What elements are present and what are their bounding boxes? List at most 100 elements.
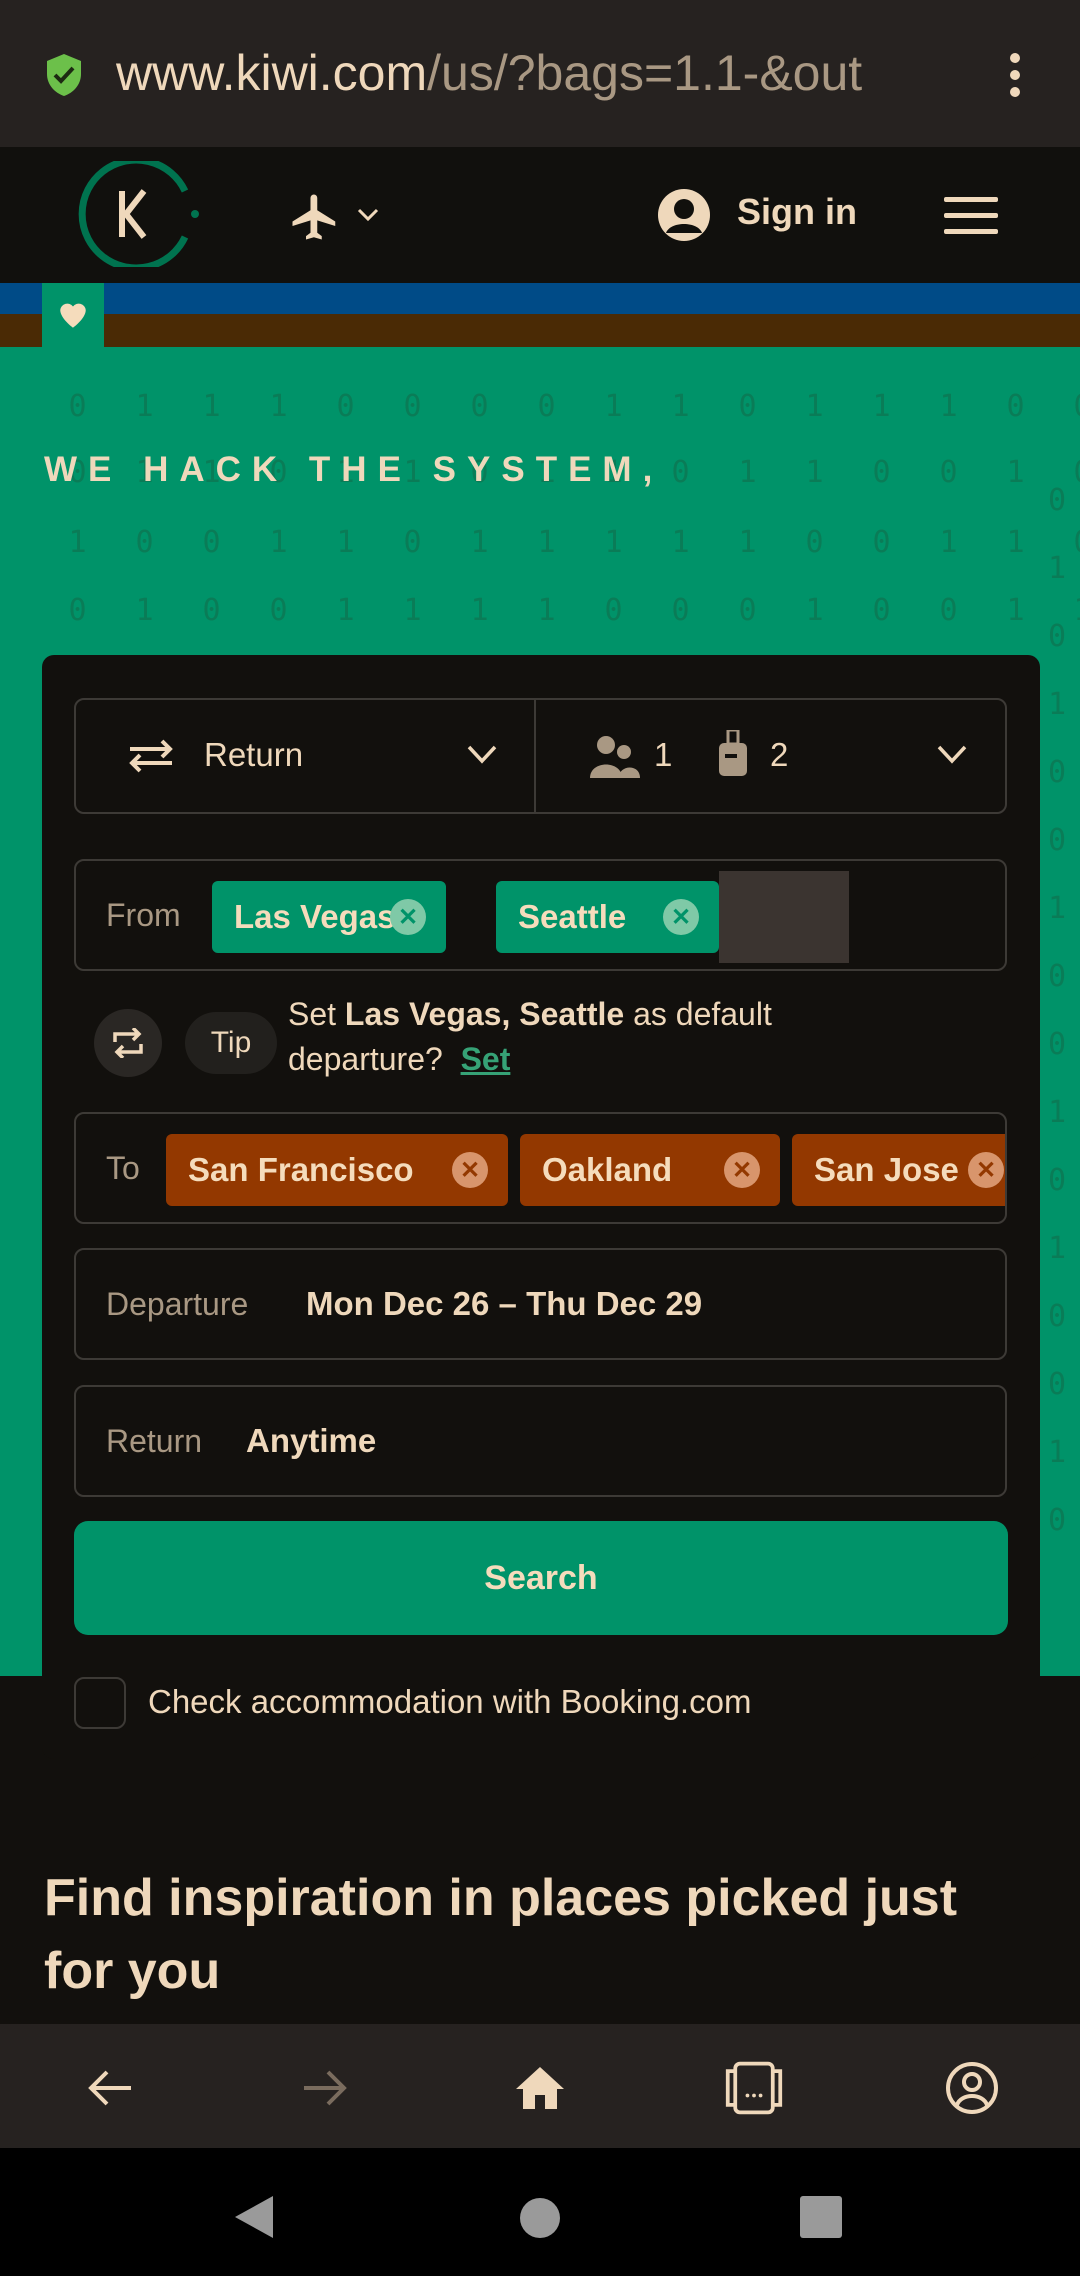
bag-count: 2 (770, 736, 789, 773)
binary-row: 1001101111100110 (44, 525, 1080, 560)
tabs-icon (725, 2061, 783, 2115)
binary-digit: 1 (1047, 1435, 1067, 1470)
binary-digit: 0 (68, 593, 87, 628)
more-options-icon[interactable] (1005, 50, 1025, 100)
binary-digit: 0 (805, 525, 824, 560)
booking-checkbox[interactable] (74, 1677, 126, 1729)
remove-place-icon[interactable]: ✕ (390, 899, 426, 935)
binary-digit: 1 (604, 525, 623, 560)
passengers-icon (590, 736, 640, 778)
binary-digit: 0 (1047, 1503, 1067, 1538)
binary-digit: 0 (1047, 619, 1067, 654)
binary-digit: 0 (403, 389, 422, 424)
favorites-tab[interactable] (42, 283, 104, 347)
binary-digit: 0 (1006, 389, 1025, 424)
passenger-count: 1 (654, 736, 673, 773)
url-path: /us/?bags=1.1-&out (427, 45, 863, 101)
binary-digit: 1 (1047, 1095, 1067, 1130)
binary-edge-column: 0 1 0 1 0 0 1 0 0 1 0 1 0 0 1 0 (1042, 467, 1072, 1555)
place-name: Las Vegas (234, 898, 396, 935)
remove-place-icon[interactable]: ✕ (724, 1152, 760, 1188)
url-field[interactable]: www.kiwi.com/us/?bags=1.1-&out (116, 44, 966, 102)
user-avatar-icon[interactable] (656, 187, 712, 243)
remove-place-icon[interactable]: ✕ (663, 899, 699, 935)
search-button[interactable]: Search (74, 1521, 1008, 1635)
departure-value: Mon Dec 26 – Thu Dec 29 (306, 1285, 703, 1322)
binary-digit: 0 (872, 455, 891, 490)
chevron-down-icon (937, 745, 967, 764)
system-back-icon[interactable] (235, 2196, 275, 2238)
browser-address-bar: www.kiwi.com/us/?bags=1.1-&out (0, 0, 1080, 147)
android-navigation-bar (0, 2148, 1080, 2276)
airplane-icon[interactable] (288, 189, 342, 245)
binary-digit: 0 (1047, 823, 1067, 858)
system-recents-icon[interactable] (800, 2196, 842, 2238)
trip-type-select[interactable]: Return (76, 700, 536, 812)
place-name: San Francisco (188, 1151, 414, 1188)
binary-digit: 0 (470, 389, 489, 424)
luggage-icon (719, 730, 747, 776)
remove-place-icon[interactable]: ✕ (968, 1152, 1004, 1188)
binary-digit: 1 (1006, 525, 1025, 560)
binary-digit: 1 (805, 455, 824, 490)
sign-in-link[interactable]: Sign in (737, 191, 857, 233)
return-label: Return (106, 1423, 203, 1459)
binary-digit: 1 (470, 593, 489, 628)
binary-digit: 1 (1047, 551, 1067, 586)
to-place-tag: San Francisco ✕ (166, 1134, 508, 1206)
browser-bottom-toolbar (0, 2024, 1080, 2148)
banner-stripe-brown (0, 314, 1080, 347)
binary-digit: 0 (537, 389, 556, 424)
return-value: Anytime (246, 1422, 377, 1459)
binary-digit: 1 (671, 389, 690, 424)
binary-digit: 1 (135, 593, 154, 628)
home-button[interactable] (510, 2058, 570, 2118)
binary-digit: 1 (68, 525, 87, 560)
chevron-down-icon[interactable] (356, 207, 380, 223)
account-icon (946, 2062, 998, 2114)
site-header: Sign in (0, 147, 1080, 283)
account-button[interactable] (942, 2058, 1002, 2118)
to-field[interactable]: To San Francisco ✕ Oakland ✕ San Jose ✕ (74, 1112, 1007, 1224)
binary-digit: 1 (336, 593, 355, 628)
back-button[interactable] (80, 2058, 140, 2118)
inspiration-heading: Find inspiration in places picked just f… (44, 1869, 958, 2000)
departure-field[interactable]: Departure Mon Dec 26 – Thu Dec 29 (74, 1248, 1007, 1360)
binary-digit: 0 (1047, 755, 1067, 790)
binary-digit: 0 (1047, 1027, 1067, 1062)
binary-digit: 1 (202, 389, 221, 424)
binary-digit: 0 (1047, 483, 1067, 518)
binary-digit: 1 (872, 389, 891, 424)
binary-digit: 0 (202, 525, 221, 560)
from-text-input[interactable] (719, 871, 849, 963)
system-home-icon[interactable] (520, 2198, 560, 2238)
binary-digit: 0 (872, 593, 891, 628)
kiwi-logo[interactable] (70, 161, 202, 267)
remove-place-icon[interactable]: ✕ (452, 1152, 488, 1188)
passengers-bags-select[interactable]: 1 2 (538, 700, 1006, 812)
place-name: Seattle (518, 898, 627, 935)
binary-row: 0111000011011100 (44, 389, 1080, 424)
binary-digit: 0 (604, 593, 623, 628)
forward-button[interactable] (295, 2058, 355, 2118)
to-tags-container: To San Francisco ✕ Oakland ✕ San Jose ✕ (76, 1114, 1005, 1222)
binary-digit: 1 (1047, 687, 1067, 722)
tabs-button[interactable] (724, 2058, 784, 2118)
return-field[interactable]: Return Anytime (74, 1385, 1007, 1497)
binary-digit: 1 (805, 593, 824, 628)
hamburger-menu-icon[interactable] (944, 197, 998, 235)
tip-text-part: Set (288, 996, 345, 1032)
binary-digit: 1 (135, 389, 154, 424)
binary-digit: 0 (872, 525, 891, 560)
from-place-tag: Seattle ✕ (496, 881, 719, 953)
from-field[interactable]: From Las Vegas ✕ Seattle ✕ (74, 859, 1007, 971)
secure-shield-icon (47, 54, 81, 96)
binary-digit: 1 (1006, 455, 1025, 490)
swap-places-button[interactable] (94, 1009, 162, 1077)
binary-digit: 0 (1047, 1367, 1067, 1402)
booking-checkbox-label[interactable]: Check accommodation with Booking.com (148, 1683, 751, 1721)
banner-stripe-blue (0, 283, 1080, 314)
binary-digit: 0 (269, 593, 288, 628)
set-default-link[interactable]: Set (461, 1041, 511, 1077)
binary-digit: 1 (805, 389, 824, 424)
